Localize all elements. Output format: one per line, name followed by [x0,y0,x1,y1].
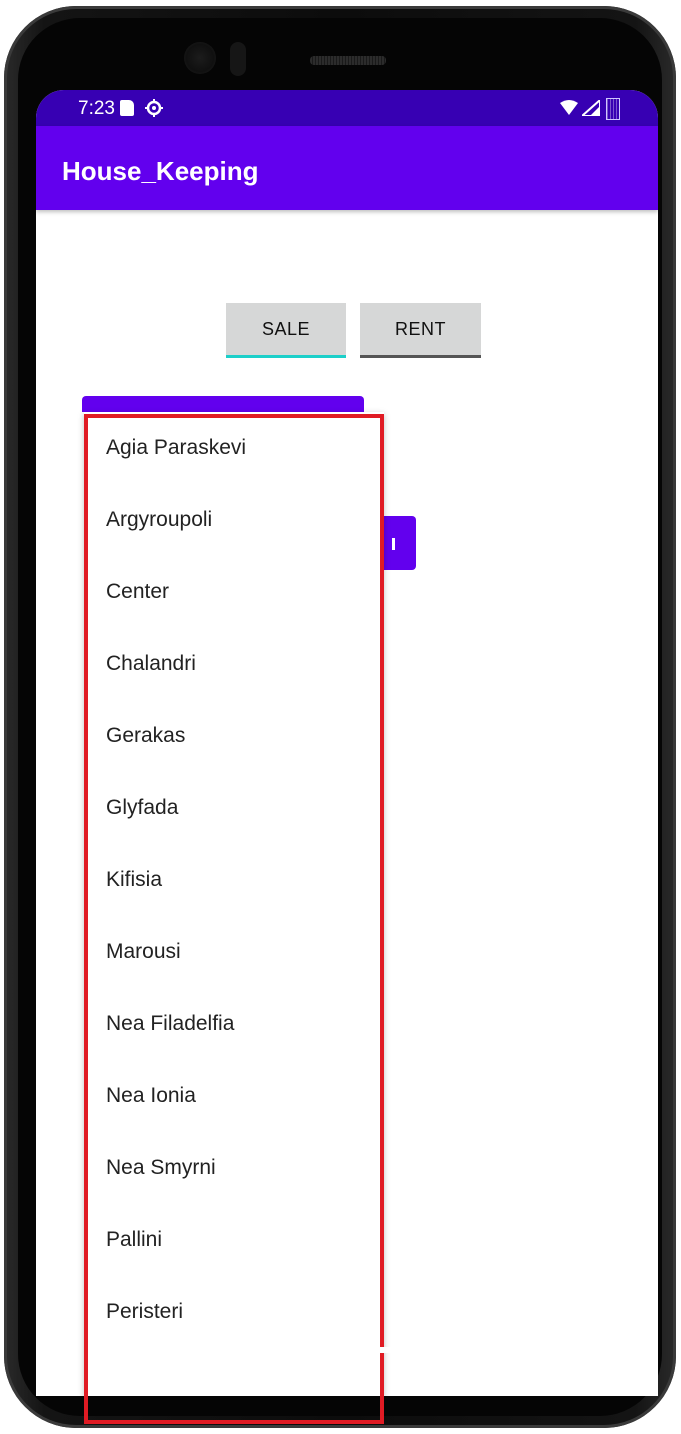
app-bar: House_Keeping [36,126,658,210]
proximity-sensor [230,42,246,76]
highlight-box [84,414,384,1424]
sale-button[interactable]: SALE [226,303,346,358]
button-label-fragment [392,538,395,550]
front-camera [184,42,216,74]
home-gesture-bar[interactable] [266,1347,428,1353]
earpiece-speaker [310,56,386,65]
app-title: House_Keeping [62,156,259,186]
wifi-icon [560,100,578,115]
status-time: 7:23 [78,98,115,119]
status-bar: 7:23 [36,90,658,126]
area-spinner[interactable] [82,396,364,412]
signal-icon [582,100,600,116]
gear-icon [145,99,163,117]
battery-icon [606,98,620,120]
sd-card-icon [120,100,134,116]
rent-button[interactable]: RENT [360,303,481,358]
